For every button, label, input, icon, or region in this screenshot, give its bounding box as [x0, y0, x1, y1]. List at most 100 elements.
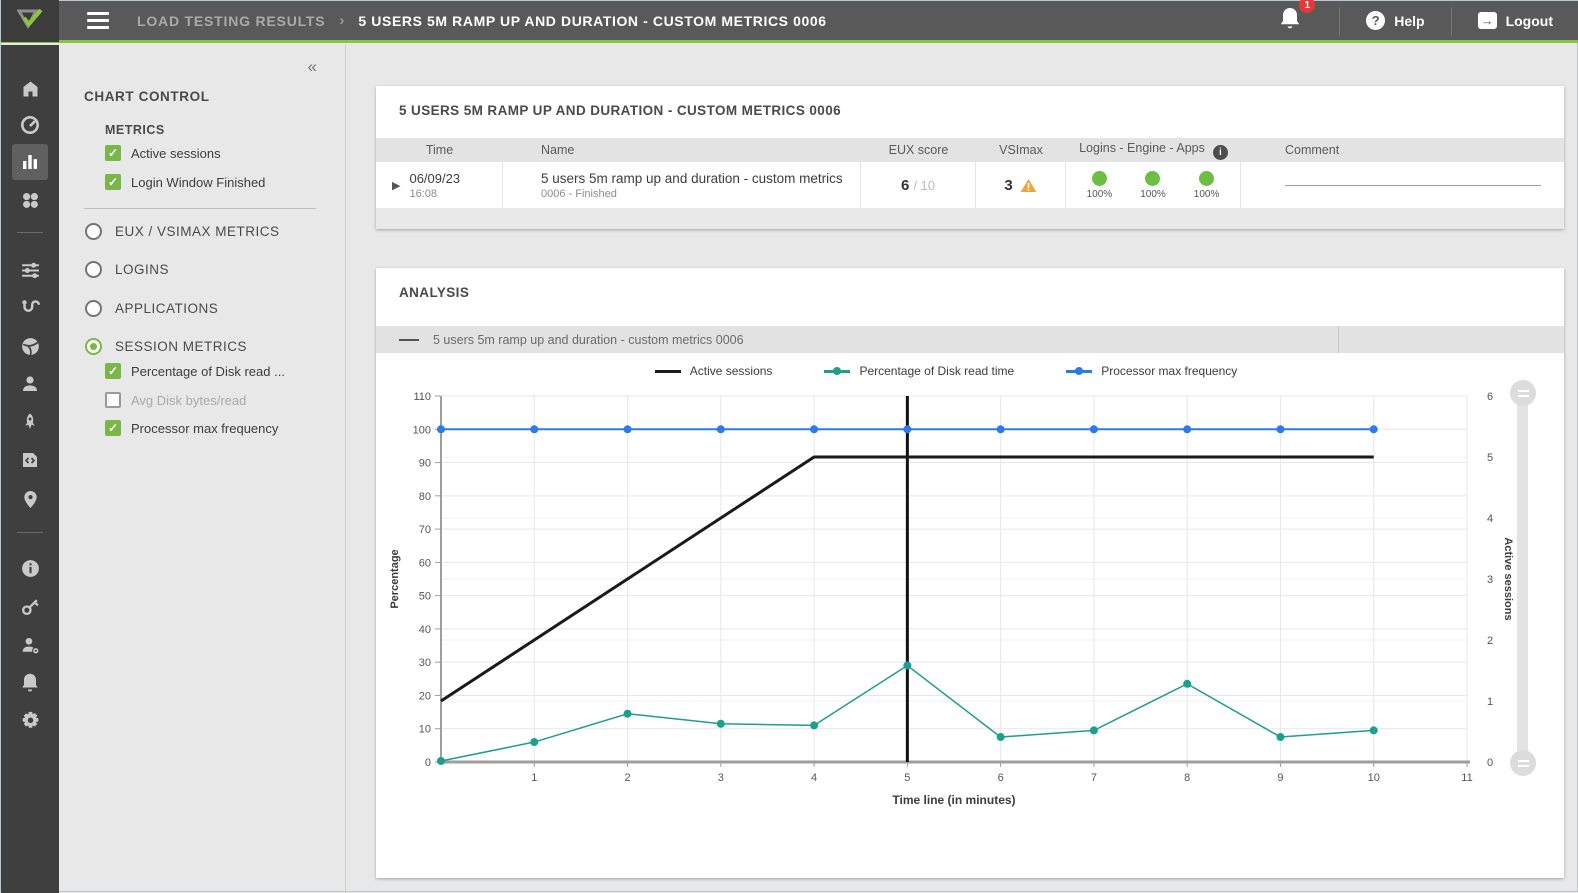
user-settings-icon: [20, 635, 41, 656]
svg-text:90: 90: [419, 458, 431, 470]
logins-engine-apps-cell: 100% 100% 100%: [1066, 162, 1241, 208]
slider-handle-top[interactable]: [1510, 380, 1536, 406]
checkbox-checked-icon: ✓: [105, 420, 121, 436]
legend-item-active-sessions[interactable]: Active sessions: [655, 364, 773, 378]
right-axis-zoom-slider[interactable]: [1517, 393, 1528, 765]
column-header-eux-score[interactable]: EUX score: [861, 143, 976, 157]
help-button[interactable]: ? Help: [1340, 1, 1450, 40]
panel-divider: [84, 208, 316, 209]
checkbox-percentage-disk-read[interactable]: ✓ Percentage of Disk read ...: [105, 363, 285, 379]
svg-text:3: 3: [1487, 574, 1493, 586]
bell-icon: [1279, 6, 1301, 30]
rocket-icon: [20, 412, 40, 432]
breadcrumb-root[interactable]: LOAD TESTING RESULTS: [137, 13, 325, 29]
sidebar-item-infrastructure[interactable]: [12, 328, 48, 364]
column-header-time[interactable]: Time: [376, 143, 503, 157]
sidebar-item-applications[interactable]: [12, 182, 48, 218]
sidebar-item-scripts[interactable]: [12, 442, 48, 478]
legend-item-disk-read-time[interactable]: Percentage of Disk read time: [824, 364, 1014, 378]
results-card: 5 USERS 5M RAMP UP AND DURATION - CUSTOM…: [376, 86, 1564, 229]
brand-logo[interactable]: [1, 0, 59, 42]
info-icon[interactable]: i: [1213, 145, 1228, 160]
svg-text:4: 4: [1487, 513, 1493, 525]
sidebar-item-connections[interactable]: [12, 290, 48, 326]
sidebar-divider: [17, 532, 43, 533]
svg-text:0: 0: [1487, 757, 1493, 769]
person-icon: [20, 374, 40, 394]
test-legend-dash-icon: [399, 339, 419, 341]
sidebar-item-user-management[interactable]: [12, 627, 48, 663]
svg-text:Active sessions: Active sessions: [1502, 537, 1514, 620]
sidebar-item-launchers[interactable]: [12, 404, 48, 440]
name-cell: 5 users 5m ramp up and duration - custom…: [503, 162, 861, 208]
radio-applications[interactable]: APPLICATIONS: [85, 300, 218, 317]
test-legend-label[interactable]: 5 users 5m ramp up and duration - custom…: [433, 333, 744, 347]
column-header-name[interactable]: Name: [503, 143, 861, 157]
sidebar-item-users[interactable]: [12, 366, 48, 402]
column-header-comment[interactable]: Comment: [1241, 143, 1564, 157]
column-header-vsimax[interactable]: VSImax: [976, 143, 1066, 157]
menu-toggle-icon[interactable]: [87, 12, 109, 29]
checkbox-login-window-finished[interactable]: ✓ Login Window Finished: [105, 174, 265, 190]
sidebar-item-about[interactable]: [12, 550, 48, 586]
plug-icon: [19, 297, 41, 319]
analysis-chart[interactable]: 0102030405060708090100110012345612345678…: [384, 386, 1514, 821]
eux-score-cell: 6 / 10: [861, 162, 976, 208]
comment-input[interactable]: [1285, 185, 1541, 186]
green-status-dot: [1092, 171, 1107, 186]
legend-item-processor-max-frequency[interactable]: Processor max frequency: [1066, 364, 1237, 378]
svg-text:6: 6: [998, 772, 1004, 784]
radio-logins[interactable]: LOGINS: [85, 261, 169, 278]
sidebar-item-dashboard[interactable]: [12, 107, 48, 143]
notifications-button[interactable]: 1: [1259, 6, 1339, 35]
legend-line-swatch: [824, 370, 850, 373]
collapse-panel-icon[interactable]: «: [308, 57, 317, 77]
svg-text:Percentage: Percentage: [389, 549, 401, 608]
svg-text:0: 0: [425, 757, 431, 769]
sidebar-item-test-settings[interactable]: [12, 252, 48, 288]
test-legend-strip: 5 users 5m ramp up and duration - custom…: [376, 326, 1564, 353]
checkbox-avg-disk-bytes-read[interactable]: Avg Disk bytes/read: [105, 392, 246, 408]
sidebar-item-locations[interactable]: [12, 481, 48, 517]
sidebar-item-notifications[interactable]: [12, 664, 48, 700]
sidebar-item-home[interactable]: [12, 71, 48, 107]
green-status-dot: [1145, 171, 1160, 186]
checkbox-processor-max-frequency[interactable]: ✓ Processor max frequency: [105, 420, 278, 436]
legend-line-swatch: [655, 370, 681, 373]
analysis-title: ANALYSIS: [399, 285, 469, 300]
slider-handle-bottom[interactable]: [1510, 750, 1536, 776]
globe-icon: [20, 336, 41, 357]
logout-button[interactable]: → Logout: [1452, 1, 1578, 40]
svg-text:60: 60: [419, 557, 431, 569]
logins-status: 100%: [1087, 171, 1113, 200]
svg-text:3: 3: [718, 772, 724, 784]
results-table-header: Time Name EUX score VSImax Logins - Engi…: [376, 138, 1564, 162]
checkbox-active-sessions[interactable]: ✓ Active sessions: [105, 145, 221, 161]
code-file-icon: [20, 450, 40, 470]
key-icon: [20, 596, 41, 617]
comment-cell: [1241, 162, 1564, 208]
svg-text:5: 5: [1487, 452, 1493, 464]
checkbox-checked-icon: ✓: [105, 145, 121, 161]
table-row[interactable]: ▶ 06/09/23 16:08 5 users 5m ramp up and …: [376, 162, 1564, 208]
radio-eux-vsimax-metrics[interactable]: EUX / VSIMAX METRICS: [85, 223, 280, 240]
sidebar-item-access[interactable]: [12, 588, 48, 624]
svg-text:1: 1: [1487, 696, 1493, 708]
svg-text:9: 9: [1277, 772, 1283, 784]
time-cell: 06/09/23 16:08: [409, 171, 460, 200]
green-status-dot: [1199, 171, 1214, 186]
expand-row-icon[interactable]: ▶: [392, 179, 400, 192]
vsimax-cell: 3: [976, 162, 1066, 208]
home-icon: [20, 79, 41, 99]
bell-icon: [20, 672, 40, 693]
sidebar-item-results[interactable]: [12, 144, 48, 180]
radio-session-metrics[interactable]: SESSION METRICS: [85, 338, 247, 355]
svg-text:40: 40: [419, 624, 431, 636]
svg-text:Time line (in minutes): Time line (in minutes): [892, 793, 1015, 807]
column-header-logins[interactable]: Logins - Engine - Appsi: [1066, 141, 1241, 160]
analysis-card: ANALYSIS 5 users 5m ramp up and duration…: [376, 268, 1564, 878]
svg-text:2: 2: [1487, 635, 1493, 647]
sidebar-item-system-settings[interactable]: [12, 702, 48, 738]
logout-icon: →: [1478, 12, 1497, 29]
warning-icon: [1020, 178, 1037, 193]
